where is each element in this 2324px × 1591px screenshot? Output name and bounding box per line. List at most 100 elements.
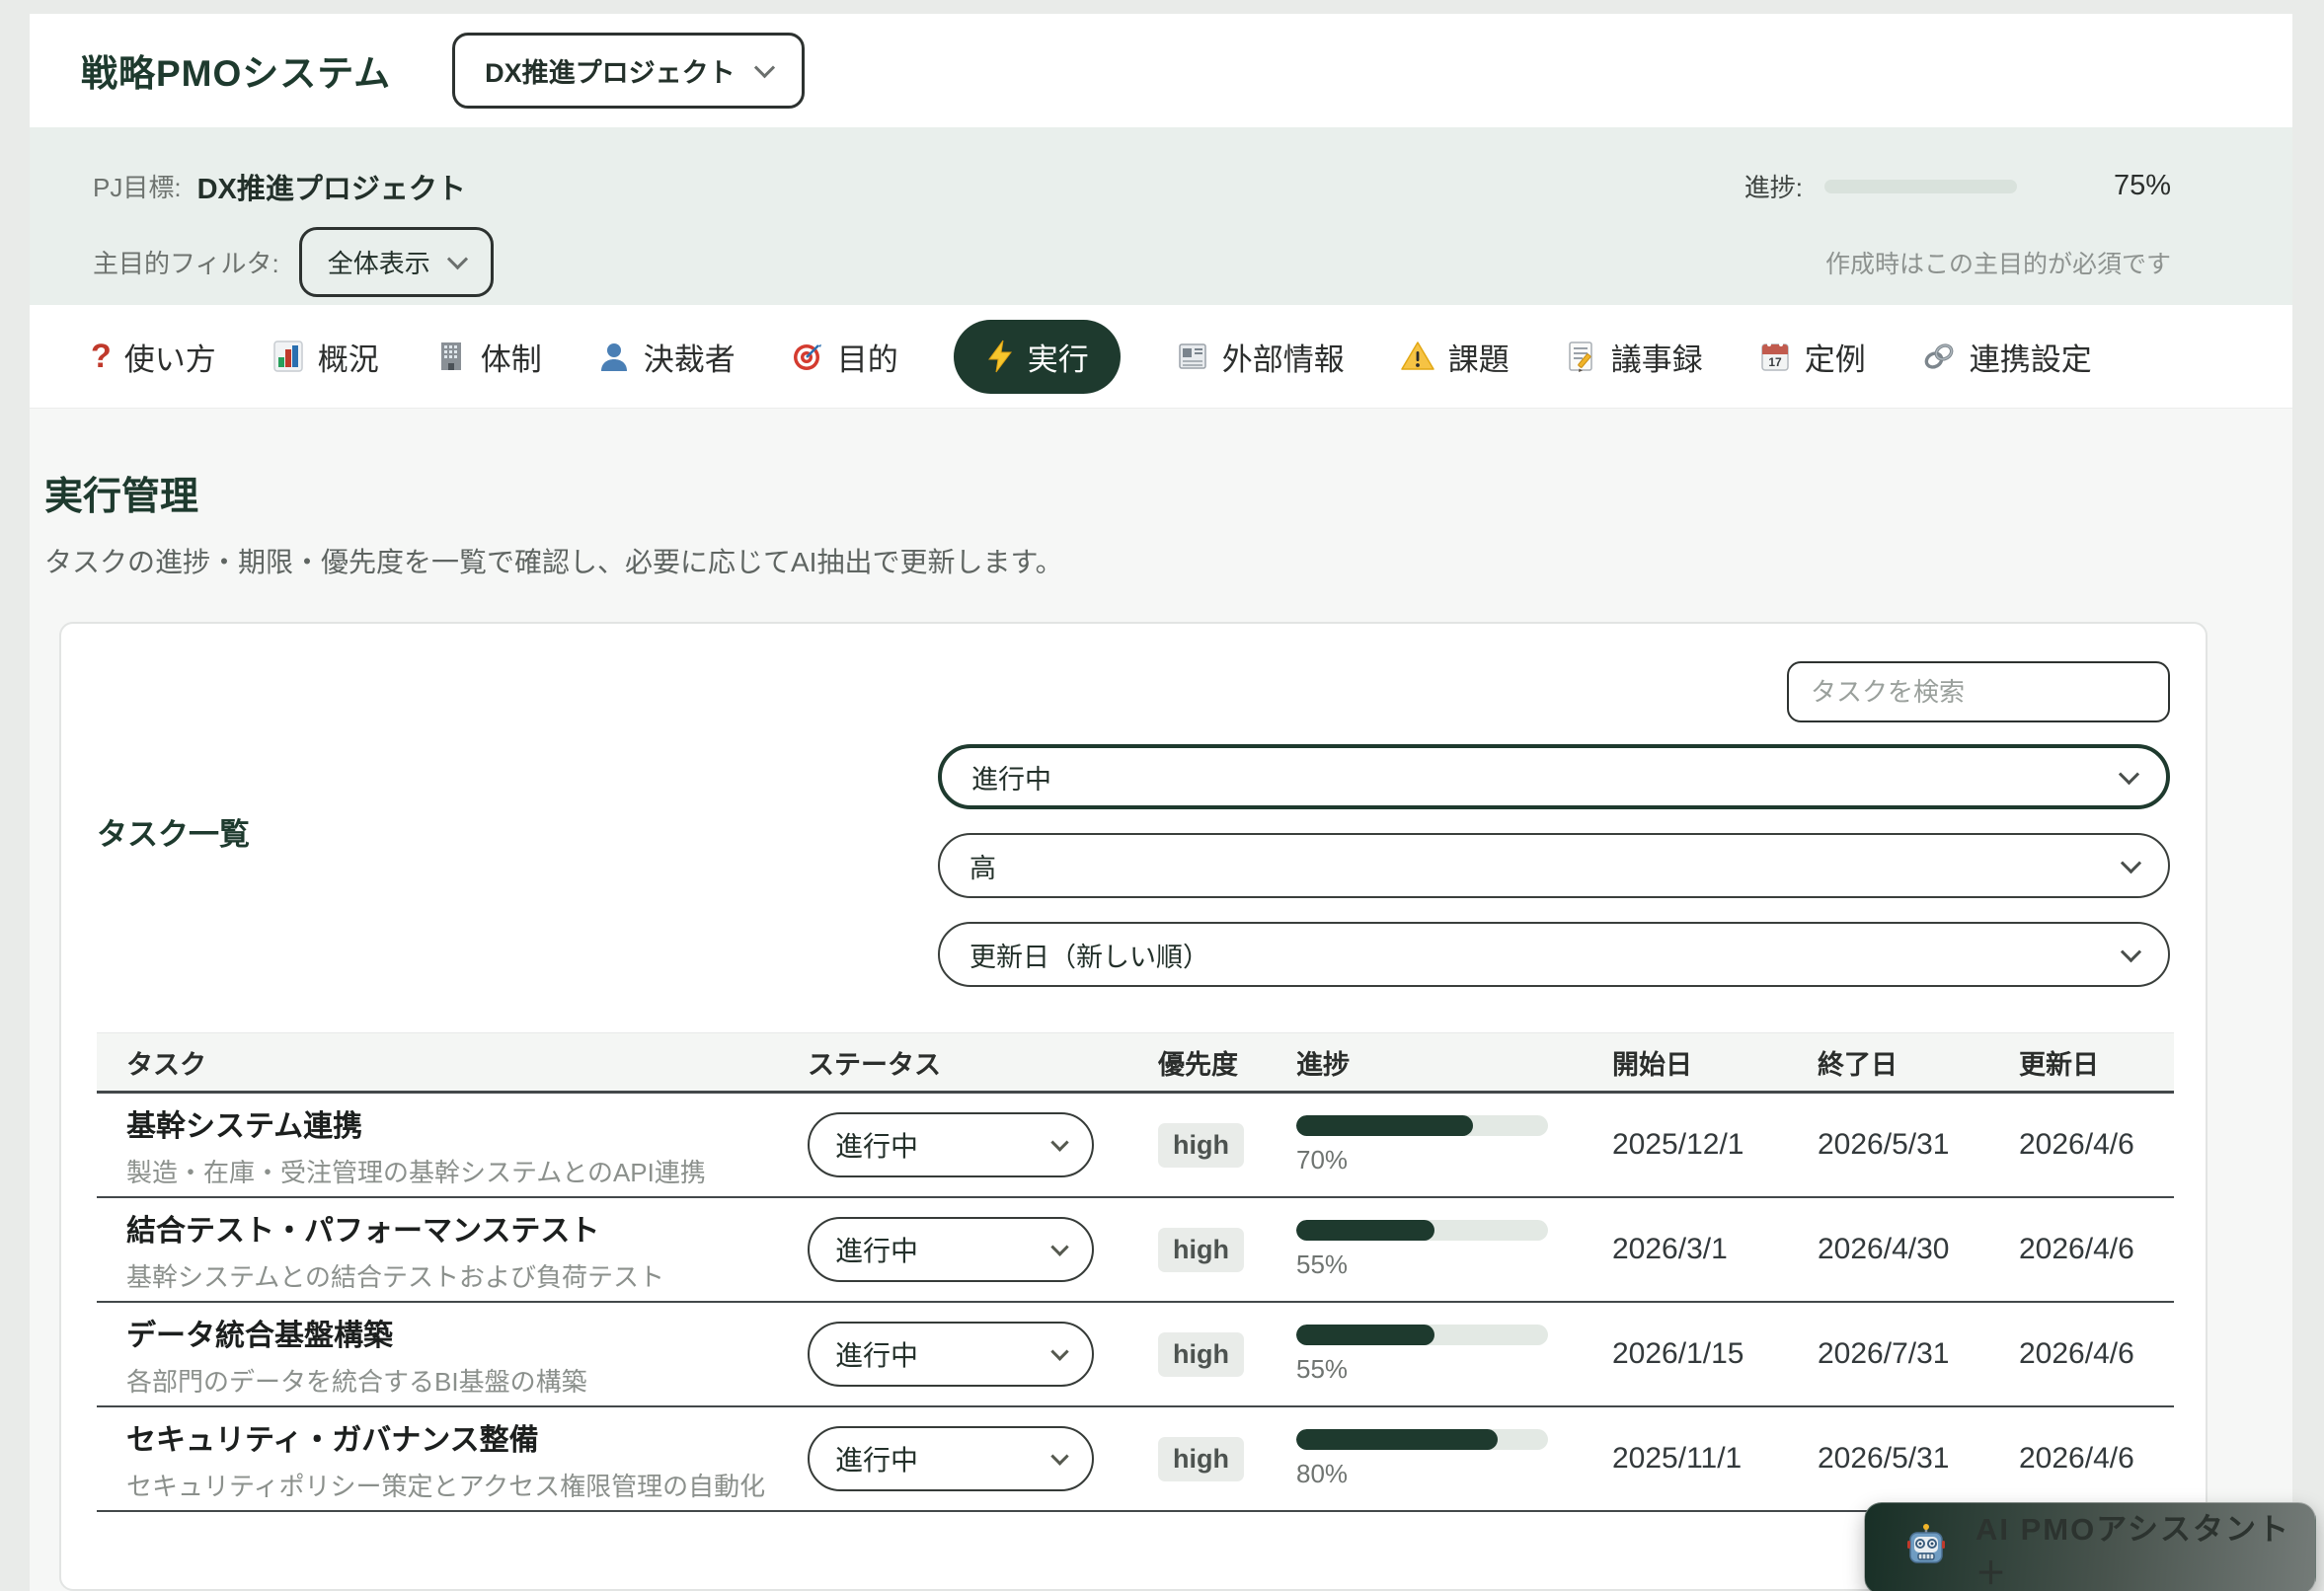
priority-badge: high <box>1158 1331 1244 1377</box>
end-date: 2026/5/31 <box>1818 1128 1950 1161</box>
column-header-task: タスク <box>126 1049 206 1080</box>
svg-text:17: 17 <box>1768 355 1782 369</box>
tab-label: 課題 <box>1447 341 1510 377</box>
app-title: 戦略PMOシステム <box>81 53 392 95</box>
task-list-title: タスク一覧 <box>97 817 250 852</box>
row-status-select[interactable]: 進行中 <box>808 1217 1094 1282</box>
priority-badge: high <box>1158 1436 1244 1481</box>
task-description: 製造・在庫・受注管理の基幹システムとのAPI連携 <box>126 1157 706 1187</box>
row-status-select[interactable]: 進行中 <box>808 1322 1094 1387</box>
task-progress-bar <box>1296 1428 1548 1450</box>
tab-issues[interactable]: 課題 <box>1400 335 1510 379</box>
robot-icon <box>1902 1523 1950 1575</box>
question-icon: ? <box>91 338 112 376</box>
task-progress-fill <box>1296 1324 1435 1345</box>
chevron-down-icon <box>753 56 775 79</box>
ai-assistant-button[interactable]: AI PMOアシスタント＋ <box>1864 1502 2316 1591</box>
page-description: タスクの進捗・期限・優先度を一覧で確認し、必要に応じてAI抽出で更新します。 <box>44 547 1063 577</box>
end-date: 2026/5/31 <box>1818 1442 1950 1475</box>
tab-minutes[interactable]: 議事録 <box>1565 335 1703 379</box>
sort-select[interactable]: 更新日（新しい順） <box>938 922 2170 987</box>
column-header-end: 終了日 <box>1818 1049 1898 1080</box>
start-date: 2025/12/1 <box>1612 1128 1744 1161</box>
chevron-down-icon <box>1050 1341 1069 1361</box>
tab-label: 使い方 <box>123 341 216 377</box>
status-filter-value: 進行中 <box>971 764 1051 795</box>
task-card: タスク一覧 進行中 高 更新日（新しい順） <box>59 622 2208 1591</box>
tab-external-info[interactable]: 外部情報 <box>1176 335 1345 379</box>
task-search-input[interactable] <box>1787 661 2170 722</box>
tab-purpose[interactable]: 目的 <box>791 335 898 379</box>
purpose-required-note: 作成時はこの主目的が必須です <box>1824 250 2171 278</box>
start-date: 2026/3/1 <box>1612 1233 1728 1265</box>
chevron-down-icon <box>1050 1446 1069 1466</box>
table-row: データ統合基盤構築 各部門のデータを統合するBI基盤の構築 進行中 high 5… <box>97 1303 2174 1407</box>
page-title: 実行管理 <box>44 476 199 518</box>
status-filter-select[interactable]: 進行中 <box>938 744 2170 809</box>
sort-value: 更新日（新しい順） <box>969 942 1209 972</box>
table-row: 基幹システム連携 製造・在庫・受注管理の基幹システムとのAPI連携 進行中 hi… <box>97 1094 2174 1198</box>
tab-label: 実行 <box>1027 341 1089 377</box>
link-icon <box>1921 340 1957 373</box>
row-status-value: 進行中 <box>835 1445 919 1476</box>
building-icon <box>434 340 468 373</box>
priority-filter-select[interactable]: 高 <box>938 833 2170 898</box>
table-header-row: タスク ステータス 優先度 進捗 開始日 終了日 更新日 <box>97 1032 2174 1094</box>
task-progress-percent: 55% <box>1296 1353 1349 1384</box>
task-progress-fill <box>1296 1428 1498 1450</box>
row-status-select[interactable]: 進行中 <box>808 1426 1094 1491</box>
task-progress-fill <box>1296 1219 1435 1241</box>
column-header-progress: 進捗 <box>1296 1049 1350 1080</box>
task-table: タスク ステータス 優先度 進捗 開始日 終了日 更新日 基幹システム連携 製造… <box>97 1032 2174 1512</box>
updated-date: 2026/4/6 <box>2019 1128 2134 1161</box>
end-date: 2026/4/30 <box>1818 1233 1950 1265</box>
progress-label: 進捗: <box>1743 173 1803 203</box>
row-status-select[interactable]: 進行中 <box>808 1112 1094 1177</box>
chevron-down-icon <box>1050 1132 1069 1152</box>
priority-filter-value: 高 <box>969 853 996 883</box>
priority-badge: high <box>1158 1227 1244 1272</box>
lightning-icon <box>985 340 1015 373</box>
task-description: 基幹システムとの結合テストおよび負荷テスト <box>126 1261 664 1292</box>
chevron-down-icon <box>2120 852 2142 873</box>
purpose-filter-select[interactable]: 全体表示 <box>298 227 494 298</box>
chevron-down-icon <box>446 249 468 270</box>
project-progress-bar <box>1824 179 2017 193</box>
project-progress-percent: 75% <box>2113 170 2171 202</box>
tab-execution[interactable]: 実行 <box>953 319 1121 394</box>
task-name: セキュリティ・ガバナンス整備 <box>126 1423 539 1457</box>
task-progress-percent: 55% <box>1296 1249 1349 1279</box>
updated-date: 2026/4/6 <box>2019 1233 2134 1265</box>
task-name: 結合テスト・パフォーマンステスト <box>126 1214 600 1248</box>
task-description: セキュリティポリシー策定とアクセス権限管理の自動化 <box>126 1471 766 1501</box>
start-date: 2025/11/1 <box>1612 1442 1743 1475</box>
tab-approver[interactable]: 決裁者 <box>597 335 736 379</box>
start-date: 2026/1/15 <box>1612 1337 1744 1370</box>
tab-overview[interactable]: 概況 <box>271 335 379 379</box>
tab-label: 議事録 <box>1610 341 1703 377</box>
tab-label: 外部情報 <box>1221 341 1345 377</box>
table-row: 結合テスト・パフォーマンステスト 基幹システムとの結合テストおよび負荷テスト 進… <box>97 1198 2174 1303</box>
chevron-down-icon <box>2118 763 2140 785</box>
updated-date: 2026/4/6 <box>2019 1337 2134 1370</box>
column-header-priority: 優先度 <box>1158 1049 1238 1080</box>
tab-integration-settings[interactable]: 連携設定 <box>1921 335 2092 379</box>
tab-label: 目的 <box>836 341 898 377</box>
tab-usage[interactable]: ? 使い方 <box>91 335 216 379</box>
chevron-down-icon <box>1050 1237 1069 1256</box>
task-progress-bar <box>1296 1114 1548 1136</box>
task-progress-fill <box>1296 1114 1473 1136</box>
tab-label: 連携設定 <box>1969 341 2092 377</box>
column-header-updated: 更新日 <box>2019 1049 2099 1080</box>
project-goal-band: PJ目標: DX推進プロジェクト 進捗: 75% 主目的フィルタ: 全体表示 作… <box>30 126 2292 306</box>
project-selector[interactable]: DX推進プロジェクト <box>452 32 805 109</box>
memo-icon <box>1565 340 1598 373</box>
tab-organization[interactable]: 体制 <box>434 335 542 379</box>
row-status-value: 進行中 <box>835 1236 919 1266</box>
tab-regular-meeting[interactable]: 17 定例 <box>1758 335 1866 379</box>
task-progress-percent: 80% <box>1296 1458 1349 1488</box>
task-name: データ統合基盤構築 <box>126 1319 393 1352</box>
task-progress-bar <box>1296 1324 1548 1345</box>
task-name: 基幹システム連携 <box>126 1109 363 1143</box>
column-header-start: 開始日 <box>1612 1049 1692 1080</box>
